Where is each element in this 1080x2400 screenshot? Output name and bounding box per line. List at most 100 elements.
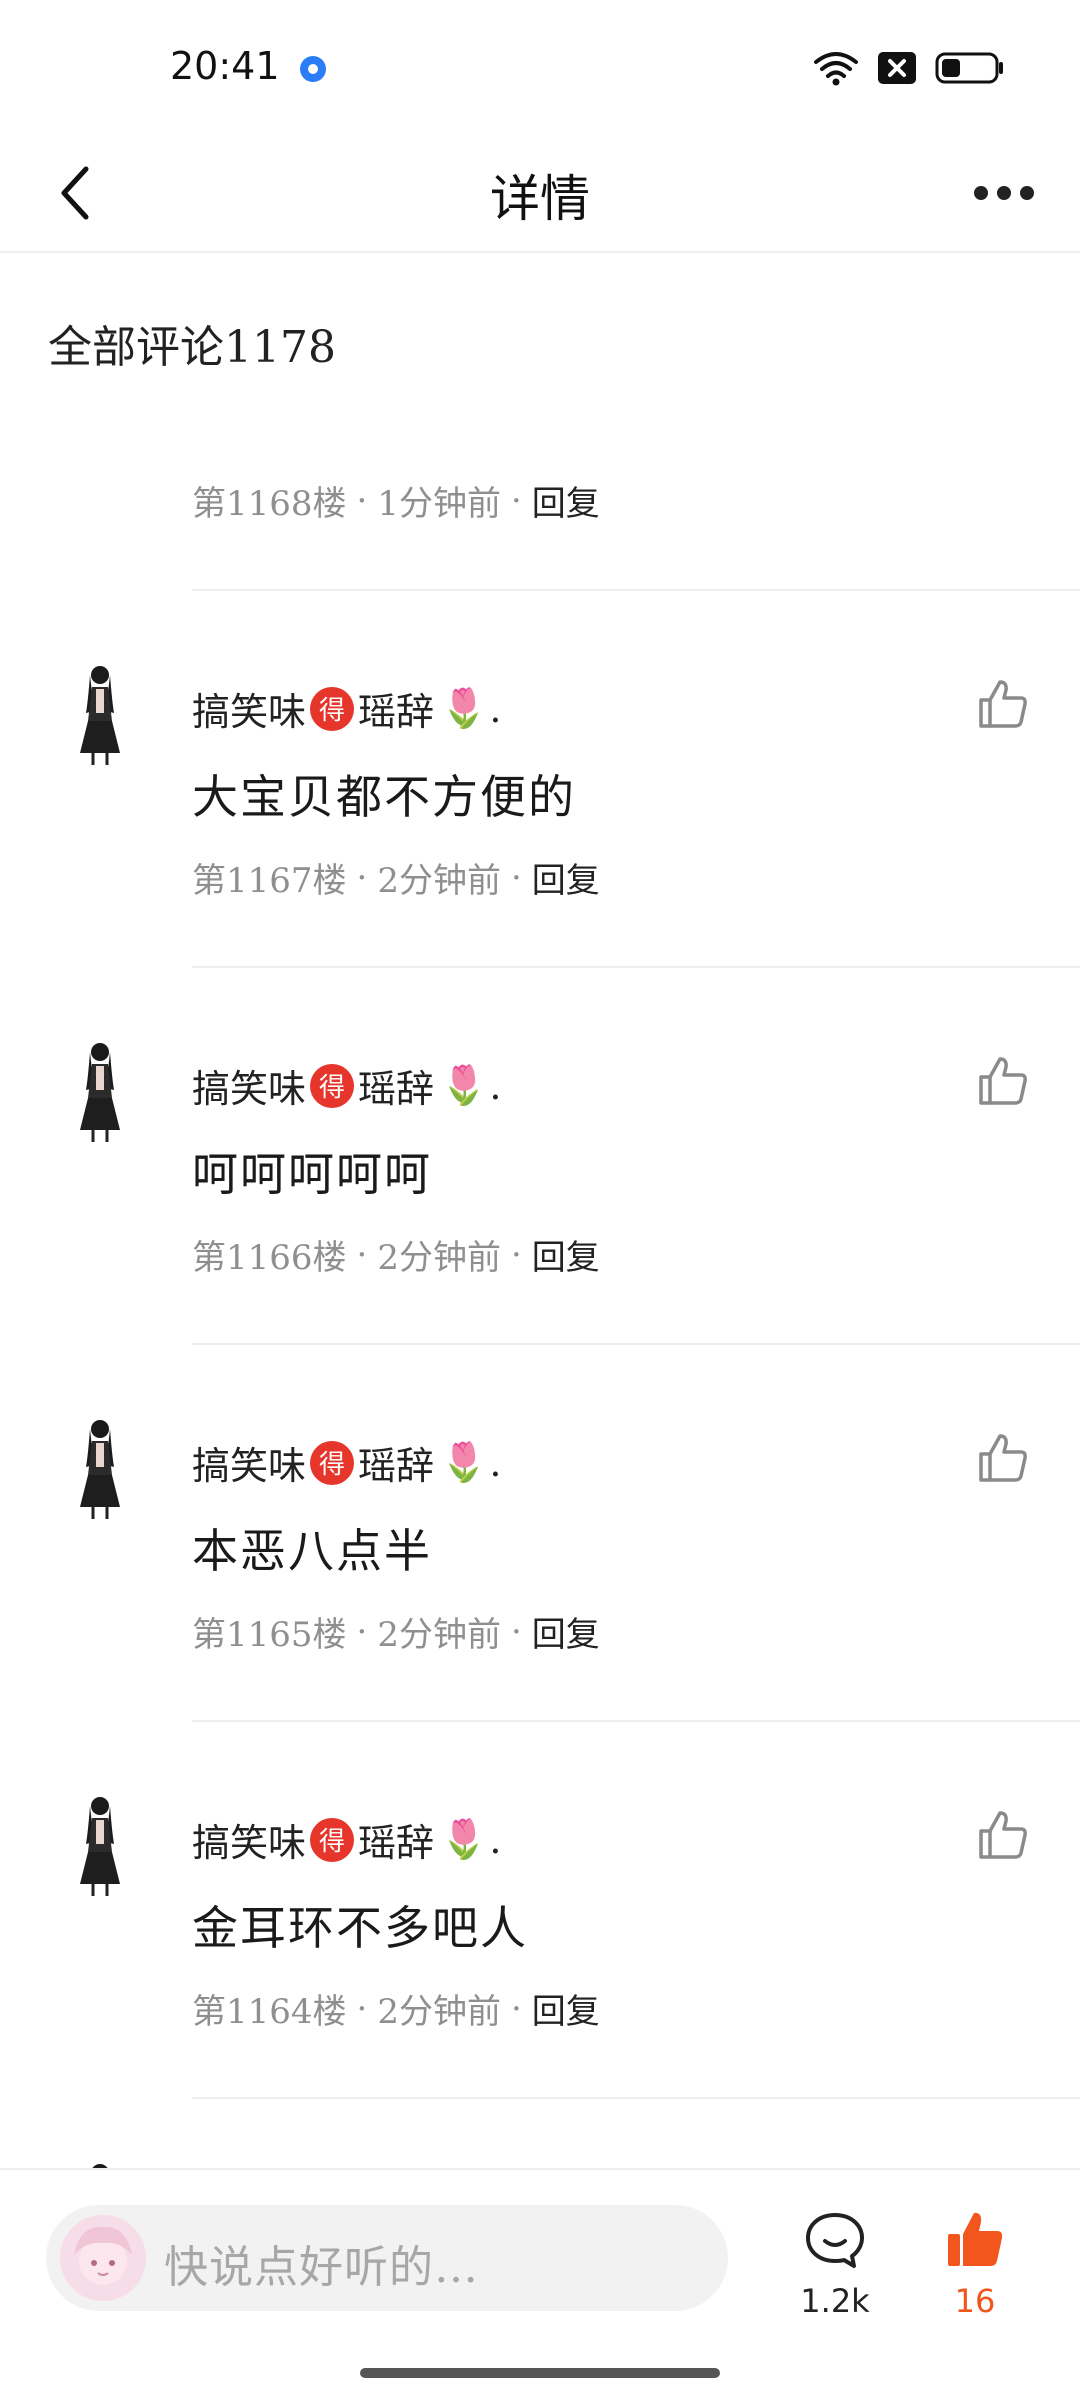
username-suffix: . (489, 686, 502, 731)
comment-text: 呵呵呵呵呵 (192, 1147, 432, 1201)
reply-button[interactable]: 回复 (532, 1984, 600, 2033)
thumbs-up-icon (979, 680, 1027, 728)
comment-meta: 第1167楼 · 2分钟前 · 回复 (192, 853, 600, 902)
more-dots-icon (974, 186, 988, 200)
comment-floor: 第1165楼 (192, 1615, 347, 1655)
comment-username[interactable]: 搞笑味 得 瑶辞 🌷 . (192, 1435, 501, 1490)
status-icons (813, 48, 1005, 88)
username-suffix: . (489, 1817, 502, 1862)
comment-text: 本恶八点半 (192, 1524, 432, 1578)
comment-floor: 第1168楼 (192, 484, 347, 524)
meta-separator: · (356, 480, 368, 521)
comment-floor: 第1166楼 (192, 1238, 347, 1278)
meta-separator: · (510, 857, 522, 898)
nav-bar: 详情 (0, 135, 1080, 253)
avatar[interactable] (60, 1792, 140, 1902)
comment-item: 搞笑味 得 瑶辞 🌷 . 呵呵呵呵呵 第1166楼 · 2分钟前 · 回复 (0, 968, 1080, 1345)
like-button[interactable] (968, 1800, 1038, 1870)
reply-button[interactable]: 回复 (532, 1230, 600, 1279)
tulip-emoji: 🌷 (440, 686, 488, 730)
home-indicator[interactable] (360, 2368, 720, 2378)
avatar[interactable] (60, 661, 140, 771)
thumbs-up-icon (979, 1811, 1027, 1859)
comment-item: 搞笑味 得 瑶辞 🌷 . 金耳环不多吧人 第1164楼 · 2分钟前 · 回复 (0, 1722, 1080, 2099)
divider (192, 2097, 1080, 2099)
avatar[interactable] (60, 2159, 140, 2168)
comments-count-title: 全部评论1178 (48, 322, 336, 373)
comment-meta: 第1166楼 · 2分钟前 · 回复 (192, 1230, 600, 1279)
comment-list[interactable]: 第1168楼 · 1分钟前 · 回复 搞笑味 得 瑶辞 🌷 . 大宝贝都不方便的… (0, 253, 1080, 2168)
meta-separator: · (356, 1611, 368, 1652)
thumbs-up-filled-icon (948, 2212, 1003, 2266)
comment-username[interactable]: 搞笑味 得 瑶辞 🌷 . (192, 1058, 501, 1113)
comment-count: 1.2k (800, 2282, 870, 2320)
badge-icon: 得 (310, 1063, 355, 1108)
username-part: 搞笑味 (192, 1444, 307, 1488)
username-part: 瑶辞 (358, 1067, 435, 1111)
comment-time: 1分钟前 (377, 484, 501, 524)
avatar[interactable] (60, 1038, 140, 1148)
comment-meta: 第1168楼 · 1分钟前 · 回复 (192, 476, 600, 525)
location-dot-icon (300, 56, 326, 82)
like-button[interactable] (968, 1423, 1038, 1493)
like-button[interactable] (968, 1046, 1038, 1116)
app-root: 20:41 详情 第1168楼 · 1分钟前 · 回复 搞笑味 得 瑶辞 🌷 .… (0, 0, 1080, 2400)
comments-button[interactable] (795, 2205, 875, 2275)
more-dots-icon (1020, 186, 1034, 200)
username-suffix: . (489, 1063, 502, 1108)
username-part: 瑶辞 (358, 690, 435, 734)
username-part: 搞笑味 (192, 1821, 307, 1865)
comment-time: 2分钟前 (377, 1238, 501, 1278)
like-button[interactable] (968, 669, 1038, 739)
username-part: 瑶辞 (358, 1444, 435, 1488)
reply-button[interactable]: 回复 (532, 1607, 600, 1656)
badge-icon: 得 (310, 1440, 355, 1485)
comment-text: 金耳环不多吧人 (192, 1901, 528, 1955)
comment-meta: 第1165楼 · 2分钟前 · 回复 (192, 1607, 600, 1656)
username-suffix: . (489, 1440, 502, 1485)
bottom-bar: 快说点好听的… 1.2k 16 (0, 2168, 1080, 2400)
comment-text: 大宝贝都不方便的 (192, 770, 576, 824)
reply-button[interactable]: 回复 (532, 476, 600, 525)
username-part: 搞笑味 (192, 690, 307, 734)
more-options-button[interactable] (964, 153, 1044, 233)
comment-time: 2分钟前 (377, 861, 501, 901)
comments-header: 全部评论1178 (0, 253, 1080, 403)
more-dots-icon (997, 186, 1011, 200)
meta-separator: · (356, 1234, 368, 1275)
comment-input[interactable]: 快说点好听的… (46, 2205, 728, 2311)
username-part: 瑶辞 (358, 1821, 435, 1865)
status-bar: 20:41 (0, 0, 1080, 135)
comment-time: 2分钟前 (377, 1992, 501, 2032)
input-placeholder: 快说点好听的… (164, 2242, 479, 2293)
reply-button[interactable]: 回复 (532, 853, 600, 902)
tulip-emoji: 🌷 (440, 1440, 488, 1484)
badge-icon: 得 (310, 1817, 355, 1862)
comment-item: 搞笑味 得 瑶辞 🌷 . 本恶八点半 第1165楼 · 2分钟前 · 回复 (0, 1345, 1080, 1722)
username-part: 搞笑味 (192, 1067, 307, 1111)
comment-time: 2分钟前 (377, 1615, 501, 1655)
meta-separator: · (510, 1611, 522, 1652)
like-count: 16 (954, 2282, 996, 2320)
comment-bubble-icon (806, 2213, 864, 2268)
tulip-emoji: 🌷 (440, 1817, 488, 1861)
user-avatar[interactable] (60, 2215, 146, 2301)
wifi-icon (814, 52, 858, 86)
battery-icon (935, 52, 1003, 84)
comment-meta: 第1164楼 · 2分钟前 · 回复 (192, 1984, 600, 2033)
sim-disabled-icon (878, 52, 916, 84)
meta-separator: · (356, 857, 368, 898)
comment-username[interactable]: 搞笑味 得 瑶辞 🌷 . (192, 1812, 501, 1867)
status-time: 20:41 (170, 44, 280, 88)
comment-username[interactable]: 搞笑味 得 瑶辞 🌷 . (192, 681, 501, 736)
meta-separator: · (356, 1988, 368, 2029)
page-title: 详情 (490, 170, 590, 228)
meta-separator: · (510, 480, 522, 521)
comment-item: 搞笑味 得 瑶辞 🌷 . 大宝贝都不方便的 第1167楼 · 2分钟前 · 回复 (0, 591, 1080, 968)
thumbs-up-icon (979, 1057, 1027, 1105)
post-like-button[interactable] (935, 2200, 1015, 2280)
avatar[interactable] (60, 1415, 140, 1525)
comment-floor: 第1167楼 (192, 861, 347, 901)
meta-separator: · (510, 1234, 522, 1275)
badge-icon: 得 (310, 686, 355, 731)
